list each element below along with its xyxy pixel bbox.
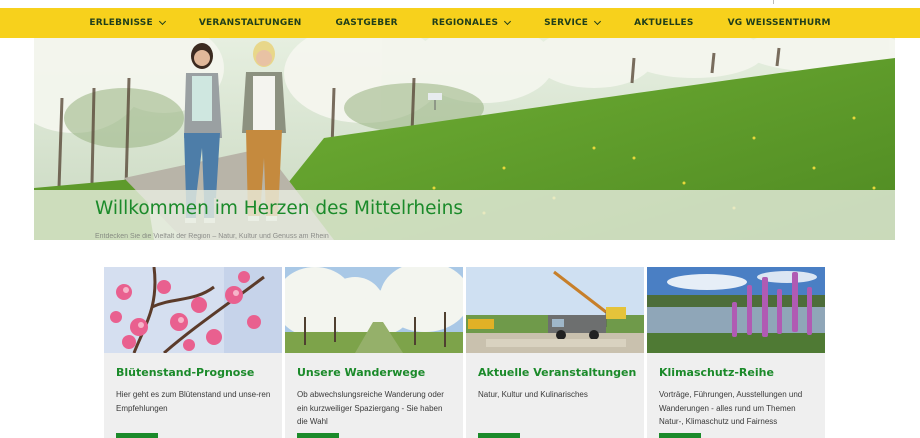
- hero-title: Willkommen im Herzen des Mittelrheins: [95, 198, 464, 219]
- card-text: Ob abwechslungsreiche Wanderung oder ein…: [297, 390, 444, 426]
- card-more-button[interactable]: [116, 433, 158, 438]
- hero-caption-band: Willkommen im Herzen des Mittelrheins En…: [34, 190, 895, 240]
- nav-item-service[interactable]: SERVICE: [544, 17, 602, 28]
- chevron-down-icon: [594, 17, 602, 26]
- main-navigation: ERLEBNISSE VERANSTALTUNGEN GASTGEBER REG…: [0, 8, 920, 38]
- nav-label: ERLEBNISSE: [89, 18, 153, 28]
- orchard-image: [285, 267, 463, 353]
- nav-item-veranstaltungen[interactable]: VERANSTALTUNGEN: [199, 18, 302, 28]
- card-more-button[interactable]: [478, 433, 520, 438]
- hero-subtitle: Entdecken Sie die Vielfalt der Region – …: [95, 233, 329, 240]
- nav-item-vg-weissenthurm[interactable]: VG WEISSENTHURM: [728, 18, 831, 28]
- nav-item-erlebnisse[interactable]: ERLEBNISSE: [89, 17, 166, 28]
- card-more-button[interactable]: [659, 433, 701, 438]
- top-strip: [0, 0, 920, 8]
- nav-label: GASTGEBER: [335, 18, 398, 28]
- card-title: Blütenstand-Prognose: [116, 366, 255, 379]
- top-divider: [773, 0, 774, 4]
- nav-label: VERANSTALTUNGEN: [198, 18, 302, 28]
- nav-label: AKTUELLES: [634, 18, 694, 28]
- nav-label: REGIONALES: [431, 18, 499, 28]
- card-text: Vorträge, Führungen, Ausstellungen und W…: [659, 390, 803, 426]
- nav-label: VG WEISSENTHURM: [727, 18, 831, 28]
- card-title: Unsere Wanderwege: [297, 366, 426, 379]
- nav-item-gastgeber[interactable]: GASTGEBER: [336, 18, 398, 28]
- chevron-down-icon: [158, 17, 166, 26]
- nav-item-regionales[interactable]: REGIONALES: [431, 17, 512, 28]
- card-text: Hier geht es zum Blütenstand und unse-re…: [116, 390, 271, 413]
- nav-label: SERVICE: [544, 18, 589, 28]
- card-wanderwege[interactable]: Unsere Wanderwege Ob abwechslungsreiche …: [285, 267, 463, 438]
- lake-flowers-image: [647, 267, 825, 353]
- teaser-cards: Blütenstand-Prognose Hier geht es zum Bl…: [104, 267, 825, 438]
- card-more-button[interactable]: [297, 433, 339, 438]
- card-klimaschutz[interactable]: Klimaschutz-Reihe Vorträge, Führungen, A…: [647, 267, 825, 438]
- card-text: Natur, Kultur und Kulinarisches: [478, 390, 588, 399]
- card-bluetenstand[interactable]: Blütenstand-Prognose Hier geht es zum Bl…: [104, 267, 282, 438]
- card-title: Klimaschutz-Reihe: [659, 366, 774, 379]
- card-veranstaltungen[interactable]: Aktuelle Veranstaltungen Natur, Kultur u…: [466, 267, 644, 438]
- crane-truck-image: [466, 267, 644, 353]
- card-title: Aktuelle Veranstaltungen: [478, 366, 637, 379]
- nav-item-aktuelles[interactable]: AKTUELLES: [634, 18, 693, 28]
- hero-banner: Willkommen im Herzen des Mittelrheins En…: [34, 38, 895, 240]
- peach-blossom-image: [104, 267, 282, 353]
- chevron-down-icon: [504, 17, 512, 26]
